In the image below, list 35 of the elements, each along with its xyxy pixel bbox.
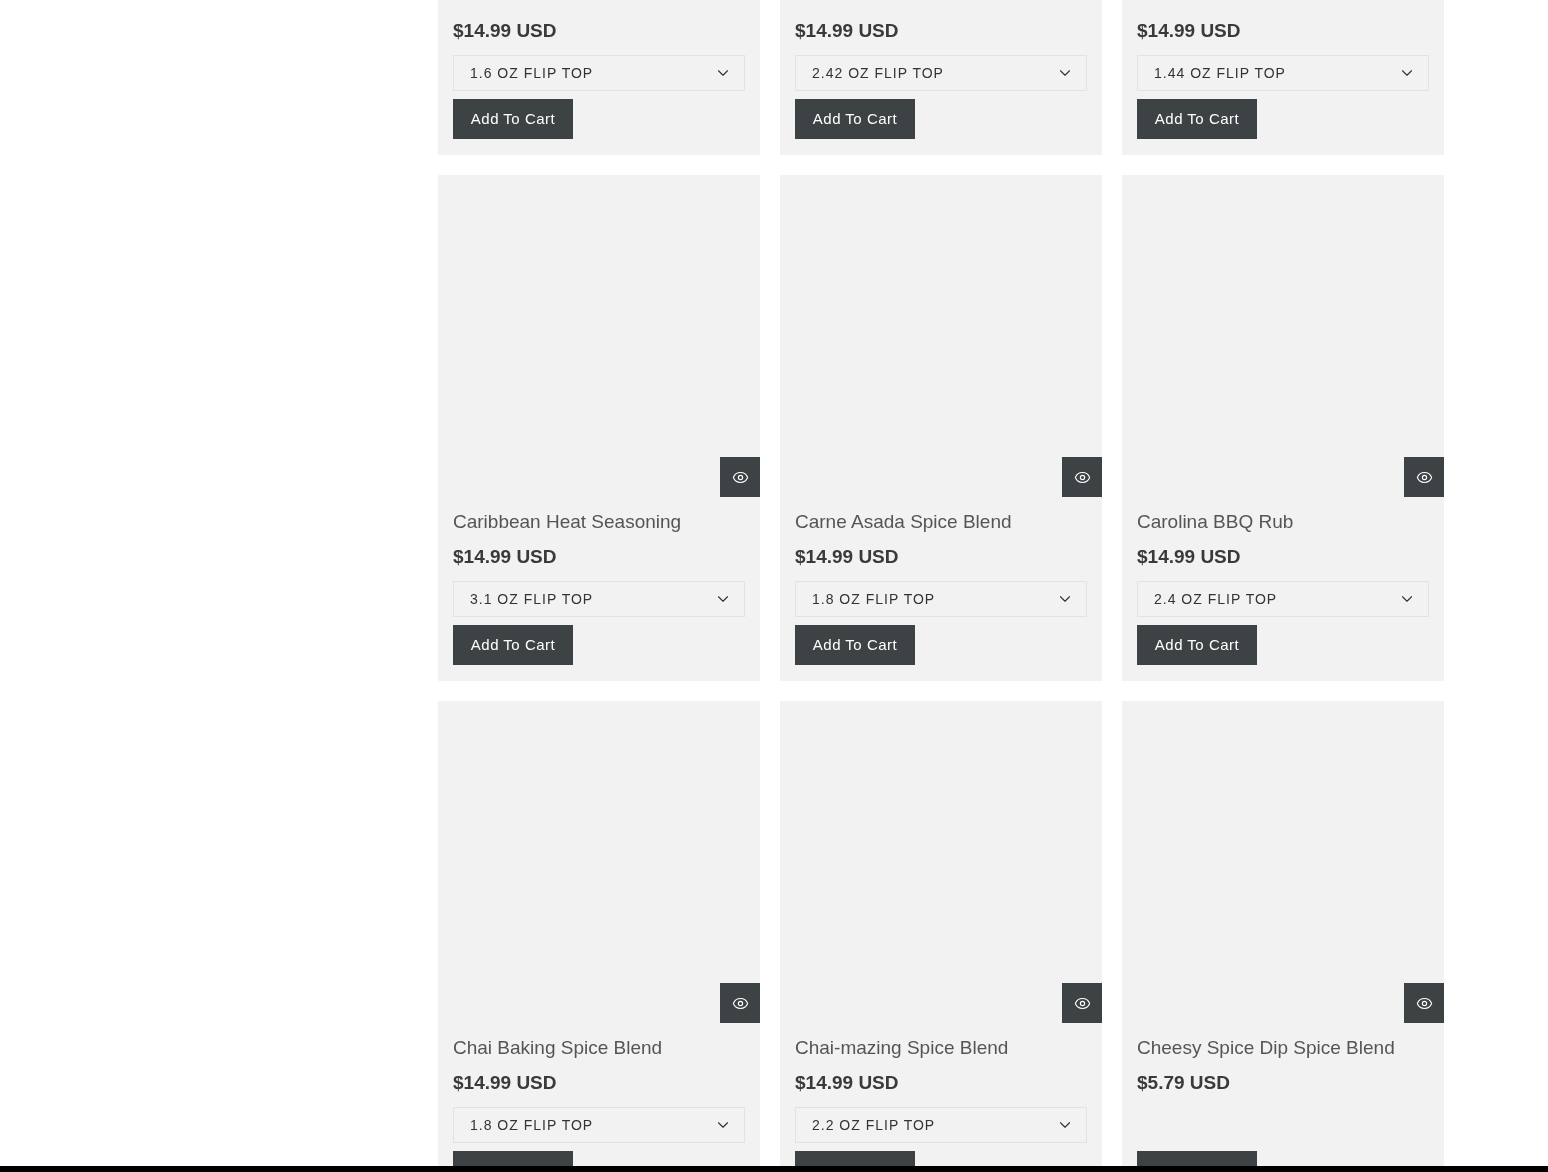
product-price: $14.99 USD: [795, 546, 900, 568]
size-select[interactable]: 2.2 OZ FLIP TOP: [795, 1107, 1087, 1143]
quick-view-button[interactable]: [720, 457, 760, 497]
product-title[interactable]: Carne Asada Spice Blend: [795, 511, 1087, 533]
size-select[interactable]: 1.44 OZ FLIP TOP: [1137, 55, 1429, 91]
product-title[interactable]: Chai-mazing Spice Blend: [795, 1037, 1087, 1059]
size-select[interactable]: 1.8 OZ FLIP TOP: [795, 581, 1087, 617]
product-price: $14.99 USD: [453, 546, 558, 568]
add-to-cart-button[interactable]: Add To Cart: [453, 99, 573, 139]
quick-view-button[interactable]: [1404, 983, 1444, 1023]
quick-view-button[interactable]: [1062, 983, 1102, 1023]
product-price: $14.99 USD: [453, 20, 558, 42]
add-to-cart-button[interactable]: Add To Cart: [795, 99, 915, 139]
quick-view-button[interactable]: [720, 983, 760, 1023]
size-select[interactable]: 2.4 OZ FLIP TOP: [1137, 581, 1429, 617]
quick-view-button[interactable]: [1062, 457, 1102, 497]
add-to-cart-button[interactable]: Add To Cart: [453, 625, 573, 665]
product-title[interactable]: Caribbean Heat Seasoning: [453, 511, 745, 533]
add-to-cart-button[interactable]: Add To Cart: [795, 625, 915, 665]
quick-view-button[interactable]: [1404, 457, 1444, 497]
product-price: $14.99 USD: [1137, 546, 1242, 568]
product-title[interactable]: Cheesy Spice Dip Spice Blend: [1137, 1037, 1429, 1059]
size-select[interactable]: 1.8 OZ FLIP TOP: [453, 1107, 745, 1143]
product-title[interactable]: Carolina BBQ Rub: [1137, 511, 1429, 533]
product-price: $14.99 USD: [795, 20, 900, 42]
add-to-cart-button[interactable]: Add To Cart: [1137, 625, 1257, 665]
size-select[interactable]: 1.6 OZ FLIP TOP: [453, 55, 745, 91]
product-title[interactable]: Chai Baking Spice Blend: [453, 1037, 745, 1059]
product-price: $5.79 USD: [1137, 1072, 1231, 1094]
add-to-cart-button[interactable]: Add To Cart: [1137, 99, 1257, 139]
size-select[interactable]: 3.1 OZ FLIP TOP: [453, 581, 745, 617]
product-price: $14.99 USD: [1137, 20, 1242, 42]
size-select[interactable]: 2.42 OZ FLIP TOP: [795, 55, 1087, 91]
product-price: $14.99 USD: [453, 1072, 558, 1094]
product-price: $14.99 USD: [795, 1072, 900, 1094]
